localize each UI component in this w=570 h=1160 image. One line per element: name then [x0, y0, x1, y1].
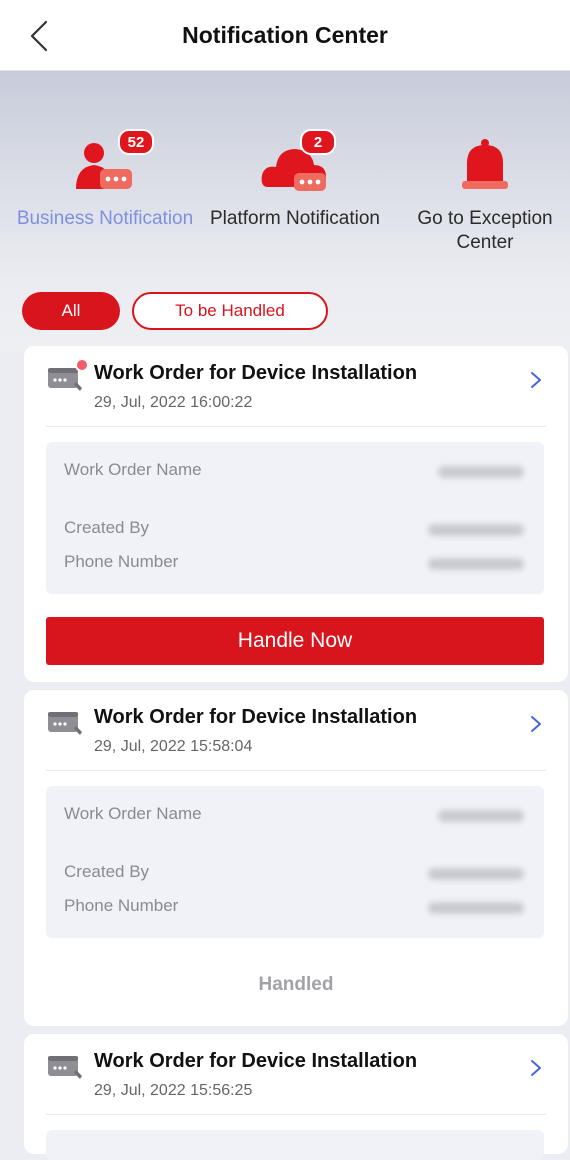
page-title: Notification Center [182, 21, 388, 48]
unread-dot [75, 358, 89, 372]
category-business-notification[interactable]: 52 Business Notification [10, 129, 200, 231]
category-label: Platform Notification [209, 208, 380, 229]
chevron-right-icon[interactable] [526, 368, 546, 392]
chevron-right-icon[interactable] [526, 712, 546, 736]
created-by-value [428, 524, 524, 536]
created-by-label: Created By [64, 862, 150, 881]
back-chevron-icon [30, 20, 48, 52]
device-icon [48, 1056, 82, 1079]
notification-card[interactable]: Work Order for Device Installation 29, J… [24, 690, 568, 1026]
divider [46, 426, 546, 427]
platform-badge: 2 [300, 129, 336, 155]
work-order-name-value [438, 466, 524, 478]
notification-card[interactable]: Work Order for Device Installation 29, J… [24, 1034, 568, 1160]
category-platform-notification[interactable]: 2 Platform Notification [200, 129, 390, 231]
chevron-right-icon[interactable] [526, 1056, 546, 1080]
work-order-name-value [438, 810, 524, 822]
card-title: Work Order for Device Installation [94, 1050, 418, 1072]
phone-number-label: Phone Number [64, 896, 179, 915]
category-label: Business Notification [16, 208, 194, 229]
filter-tabs: All To be Handled [22, 292, 328, 330]
category-header: 52 Business Notification 2 Platform Noti… [0, 71, 570, 351]
work-order-name-label: Work Order Name [64, 460, 202, 479]
created-by-value [428, 868, 524, 880]
card-timestamp: 29, Jul, 2022 15:56:25 [94, 1082, 253, 1099]
handle-now-button[interactable]: Handle Now [46, 617, 544, 665]
handled-status: Handled [258, 974, 334, 995]
card-timestamp: 29, Jul, 2022 15:58:04 [94, 738, 253, 755]
divider [46, 770, 546, 771]
card-title: Work Order for Device Installation [94, 362, 418, 384]
category-exception-center[interactable]: Go to Exception Center [390, 131, 570, 255]
created-by-label: Created By [64, 518, 150, 537]
filter-to-be-handled[interactable]: To be Handled [132, 292, 328, 330]
phone-number-value [428, 558, 524, 570]
info-panel: Work Order Name Created By Phone Number [46, 786, 544, 938]
nav-bar: Notification Center [0, 0, 570, 71]
business-badge: 52 [118, 129, 154, 155]
device-icon [48, 712, 82, 735]
info-panel [46, 1130, 544, 1160]
card-title: Work Order for Device Installation [94, 706, 418, 728]
info-panel: Work Order Name Created By Phone Number [46, 442, 544, 594]
bell-icon [462, 139, 508, 189]
card-timestamp: 29, Jul, 2022 16:00:22 [94, 394, 253, 411]
work-order-name-label: Work Order Name [64, 804, 202, 823]
phone-number-value [428, 902, 524, 914]
divider [46, 1114, 546, 1115]
category-label: Go to Exception Center [417, 208, 553, 253]
filter-all[interactable]: All [22, 292, 120, 330]
back-button[interactable] [24, 16, 54, 56]
phone-number-label: Phone Number [64, 552, 179, 571]
notification-card[interactable]: Work Order for Device Installation 29, J… [24, 346, 568, 682]
